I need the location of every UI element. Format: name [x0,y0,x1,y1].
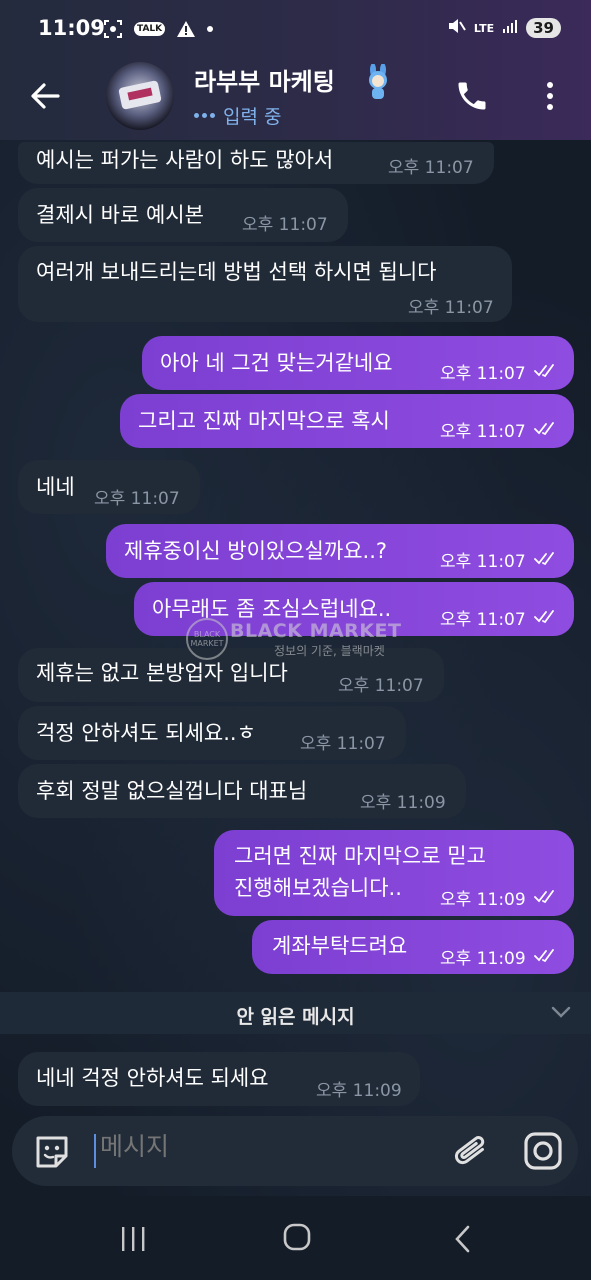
message-time: 오후 11:07 [242,215,328,235]
chat-avatar[interactable] [106,62,174,130]
double-check-icon [534,422,554,436]
double-check-icon [534,552,554,566]
notification-dot-icon [207,26,214,32]
double-check-icon [534,890,554,904]
recents-icon[interactable] [118,1226,148,1252]
message-text: 아아 네 그건 맞는거같네요 [160,351,393,375]
message-time: 오후 11:07 [408,298,494,318]
signal-icon [502,18,518,38]
message-bubble-outgoing[interactable]: 그러면 진짜 마지막으로 믿고 진행해보겠습니다.. 오후 11:09 [214,830,574,916]
message-bubble-incoming[interactable]: 네네 걱정 안하셔도 되세요 오후 11:09 [18,1052,420,1106]
chat-header: 11:09 TALK LTE 39 라부부 마케팅 입력 중 [0,0,591,140]
message-text: 그러면 진짜 마지막으로 믿고 [234,844,486,868]
typing-status: 입력 중 [223,106,282,128]
double-check-icon [534,949,554,963]
message-bubble-outgoing[interactable]: 제휴중이신 방이있으실까요..? 오후 11:07 [106,524,574,578]
message-bubble-incoming[interactable]: 결제시 바로 예시본 오후 11:07 [18,188,348,242]
system-status: LTE 39 [446,16,561,40]
chat-title[interactable]: 라부부 마케팅 [194,62,335,97]
message-time: 오후 11:09 [440,949,526,969]
message-bubble-outgoing[interactable]: 아아 네 그건 맞는거같네요 오후 11:07 [142,336,574,390]
nav-back-icon[interactable] [452,1224,474,1254]
labubu-emoji-icon [364,63,392,100]
message-text: 네네 [36,475,75,499]
message-text: 그리고 진짜 마지막으로 혹시 [138,409,390,433]
screenshot-icon [102,18,124,40]
more-vertical-icon[interactable] [538,78,562,114]
black-market-logo-icon: BLACK MARKET [186,618,228,660]
message-time: 오후 11:07 [440,364,526,384]
message-bubble-incoming[interactable]: 걱정 안하셔도 되세요..ㅎ 오후 11:07 [18,706,406,760]
message-bubble-outgoing[interactable]: 계좌부탁드려요 오후 11:09 [252,920,574,974]
message-time: 오후 11:09 [316,1081,402,1101]
message-text: 네네 걱정 안하셔도 되세요 [36,1066,269,1090]
message-time: 오후 11:07 [440,552,526,572]
home-icon[interactable] [282,1222,312,1252]
kakaotalk-icon: TALK [134,22,166,36]
message-text: 후회 정말 없으실껍니다 대표님 [36,779,308,803]
typing-dots-icon [194,113,215,118]
watermark-title: BLACK MARKET [230,620,402,642]
warning-icon [175,18,197,40]
phone-icon[interactable] [454,78,490,114]
mute-icon [446,16,466,40]
status-time: 11:09 [38,16,105,40]
unread-messages-divider: 안 읽은 메시지 [0,992,591,1034]
message-time: 오후 11:09 [360,793,446,813]
chevron-down-icon[interactable] [550,1004,572,1020]
message-time: 오후 11:09 [440,890,526,910]
sticker-icon[interactable] [32,1132,72,1172]
status-bar: 11:09 TALK LTE 39 [0,0,591,60]
message-bubble-incoming[interactable]: 후회 정말 없으실껍니다 대표님 오후 11:09 [18,764,466,818]
message-composer [12,1116,578,1186]
system-navigation-bar [0,1196,591,1280]
message-text: 제휴는 없고 본방업자 입니다 [36,661,288,685]
black-market-watermark: BLACK MARKET BLACK MARKET 정보의 기준, 블랙마켓 [186,616,416,662]
message-text: 여러개 보내드리는데 방법 선택 하시면 됩니다 [36,260,437,284]
watermark-subtitle: 정보의 기준, 블랙마켓 [274,644,385,658]
unread-label: 안 읽은 메시지 [236,1006,355,1028]
message-time: 오후 11:07 [388,158,474,178]
message-text: 결제시 바로 예시본 [36,203,204,227]
text-cursor [94,1134,96,1168]
camera-icon[interactable] [522,1130,564,1172]
message-bubble-incoming[interactable]: 네네 오후 11:07 [18,460,200,514]
notification-icons: TALK [102,18,214,40]
message-bubble-incoming[interactable]: 예시는 퍼가는 사람이 하도 많아서 오후 11:07 [18,142,494,184]
paperclip-icon[interactable] [452,1130,492,1174]
message-time: 오후 11:07 [300,734,386,754]
message-time: 오후 11:07 [94,489,180,509]
message-text: 제휴중이신 방이있으실까요..? [124,539,388,563]
message-bubble-incoming[interactable]: 여러개 보내드리는데 방법 선택 하시면 됩니다 오후 11:07 [18,246,512,322]
typing-indicator: 입력 중 [194,102,281,129]
message-text-line2: 진행해보겠습니다.. [234,876,402,900]
message-input[interactable] [100,1132,430,1161]
lte-icon: LTE [473,21,495,35]
double-check-icon [534,610,554,624]
message-text: 계좌부탁드려요 [272,934,408,958]
message-time: 오후 11:07 [338,676,424,696]
message-text: 예시는 퍼가는 사람이 하도 많아서 [36,148,334,172]
battery-indicator: 39 [526,18,561,38]
message-time: 오후 11:07 [440,422,526,442]
back-arrow-icon[interactable] [26,78,66,114]
message-text: 걱정 안하셔도 되세요..ㅎ [36,721,256,745]
double-check-icon [534,364,554,378]
message-time: 오후 11:07 [440,610,526,630]
message-bubble-outgoing[interactable]: 그리고 진짜 마지막으로 혹시 오후 11:07 [120,394,574,448]
